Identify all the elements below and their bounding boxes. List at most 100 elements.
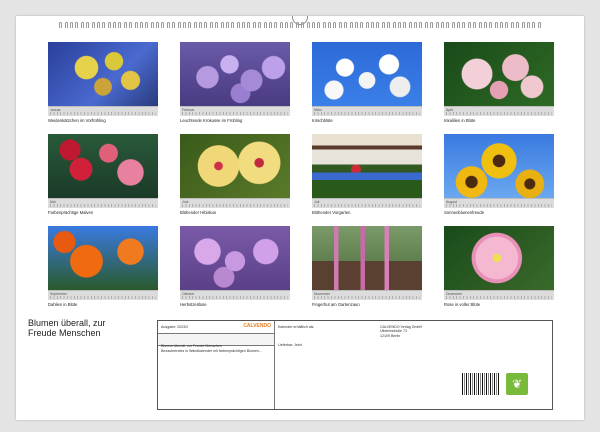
spiral-ring <box>392 22 396 28</box>
spiral-ring <box>403 22 407 28</box>
spiral-ring <box>242 22 246 28</box>
info-box: Ausgabe: 2023/2 CALVENDO Blumen überall,… <box>157 320 553 410</box>
tile-caption: Kirschblüte <box>312 118 333 123</box>
spiral-ring <box>236 22 240 28</box>
spiral-ring <box>107 22 111 28</box>
spiral-ring <box>467 22 471 28</box>
spiral-ring <box>290 22 294 28</box>
spiral-ring <box>424 22 428 28</box>
spiral-ring <box>344 22 348 28</box>
spiral-ring <box>268 22 272 28</box>
spiral-ring <box>440 22 444 28</box>
spiral-ring <box>451 22 455 28</box>
spiral-ring <box>446 22 450 28</box>
spiral-ring <box>306 22 310 28</box>
spiral-ring <box>435 22 439 28</box>
spiral-ring <box>414 22 418 28</box>
spiral-ring <box>252 22 256 28</box>
info-title: Blumen überall, zur Freude Menschen <box>161 344 222 348</box>
spiral-ring <box>279 22 283 28</box>
photo-rose <box>444 226 554 290</box>
spiral-ring <box>371 22 375 28</box>
spiral-ring <box>526 22 530 28</box>
spiral-ring <box>483 22 487 28</box>
spiral-ring <box>494 22 498 28</box>
spiral-ring <box>113 22 117 28</box>
spiral-ring <box>161 22 165 28</box>
spiral-ring <box>301 22 305 28</box>
spiral-ring <box>473 22 477 28</box>
spiral-ring <box>182 22 186 28</box>
publisher-logo: CALVENDO <box>243 323 271 329</box>
spiral-ring <box>500 22 504 28</box>
tile-caption: Blühender Vorgarten <box>312 210 351 215</box>
tile-caption: Sonnenblumenfreude <box>444 210 485 215</box>
spiral-ring <box>419 22 423 28</box>
spiral-ring <box>193 22 197 28</box>
spiral-ring <box>75 22 79 28</box>
spiral-ring <box>70 22 74 28</box>
spiral-ring <box>505 22 509 28</box>
spiral-ring <box>510 22 514 28</box>
spiral-ring <box>139 22 143 28</box>
spiral-ring <box>91 22 95 28</box>
spiral-ring <box>215 22 219 28</box>
tile-caption: Dahlien in Blüte <box>48 302 78 307</box>
spiral-ring <box>285 22 289 28</box>
tile-caption: Farbenprächtige Malven <box>48 210 94 215</box>
spiral-ring <box>129 22 133 28</box>
barcode <box>462 373 500 395</box>
month-tile-january: Januar Weidenkätzchen im Vorfrühling <box>48 42 158 123</box>
photo-autumn-crocus <box>180 226 290 290</box>
photo-cherry-blossom <box>312 42 422 106</box>
spiral-ring <box>295 22 299 28</box>
photo-alstroemeria <box>444 42 554 106</box>
month-tile-june: Juni Blühender Hibiskus <box>180 134 290 215</box>
spiral-ring <box>150 22 154 28</box>
month-tile-september: September Dahlien in Blüte <box>48 226 158 307</box>
spiral-ring <box>532 22 536 28</box>
spiral-ring <box>462 22 466 28</box>
tile-caption: Fingerhut am Gartenzaun <box>312 302 360 307</box>
spiral-ring <box>489 22 493 28</box>
month-tile-march: März Kirschblüte <box>312 42 422 123</box>
spiral-binding <box>16 22 584 30</box>
spiral-ring <box>258 22 262 28</box>
photo-front-garden <box>312 134 422 198</box>
spiral-ring <box>134 22 138 28</box>
spiral-ring <box>317 22 321 28</box>
photo-sunflowers <box>444 134 554 198</box>
tile-caption: Herbstzeitlose <box>180 302 207 307</box>
spiral-ring <box>322 22 326 28</box>
spiral-ring <box>263 22 267 28</box>
eco-leaf-icon: ❦ <box>506 373 528 395</box>
tile-caption: Blühender Hibiskus <box>180 210 217 215</box>
photo-crocuses <box>180 42 290 106</box>
spiral-ring <box>521 22 525 28</box>
spiral-ring <box>537 22 541 28</box>
spiral-ring <box>231 22 235 28</box>
spiral-ring <box>123 22 127 28</box>
photo-hollyhocks <box>48 134 158 198</box>
spiral-ring <box>365 22 369 28</box>
info-middle-column: Kalender erhältlich als: Lieferbar: Jetz… <box>278 325 315 348</box>
spiral-ring <box>102 22 106 28</box>
month-tile-may: Mai Farbenprächtige Malven <box>48 134 158 215</box>
spiral-ring <box>59 22 63 28</box>
spiral-ring <box>86 22 90 28</box>
spiral-ring <box>209 22 213 28</box>
spiral-ring <box>80 22 84 28</box>
spiral-ring <box>188 22 192 28</box>
month-tile-february: Februar Leuchtende Krokusse im Frühling <box>180 42 290 123</box>
month-tile-november: November Fingerhut am Gartenzaun <box>312 226 422 307</box>
photo-foxglove-fence <box>312 226 422 290</box>
photo-dahlias <box>48 226 158 290</box>
spiral-ring <box>156 22 160 28</box>
spiral-ring <box>274 22 278 28</box>
spiral-ring <box>338 22 342 28</box>
spiral-ring <box>457 22 461 28</box>
tile-caption: Rose in voller Blüte <box>444 302 481 307</box>
spiral-ring <box>360 22 364 28</box>
spiral-ring <box>145 22 149 28</box>
spiral-ring <box>204 22 208 28</box>
